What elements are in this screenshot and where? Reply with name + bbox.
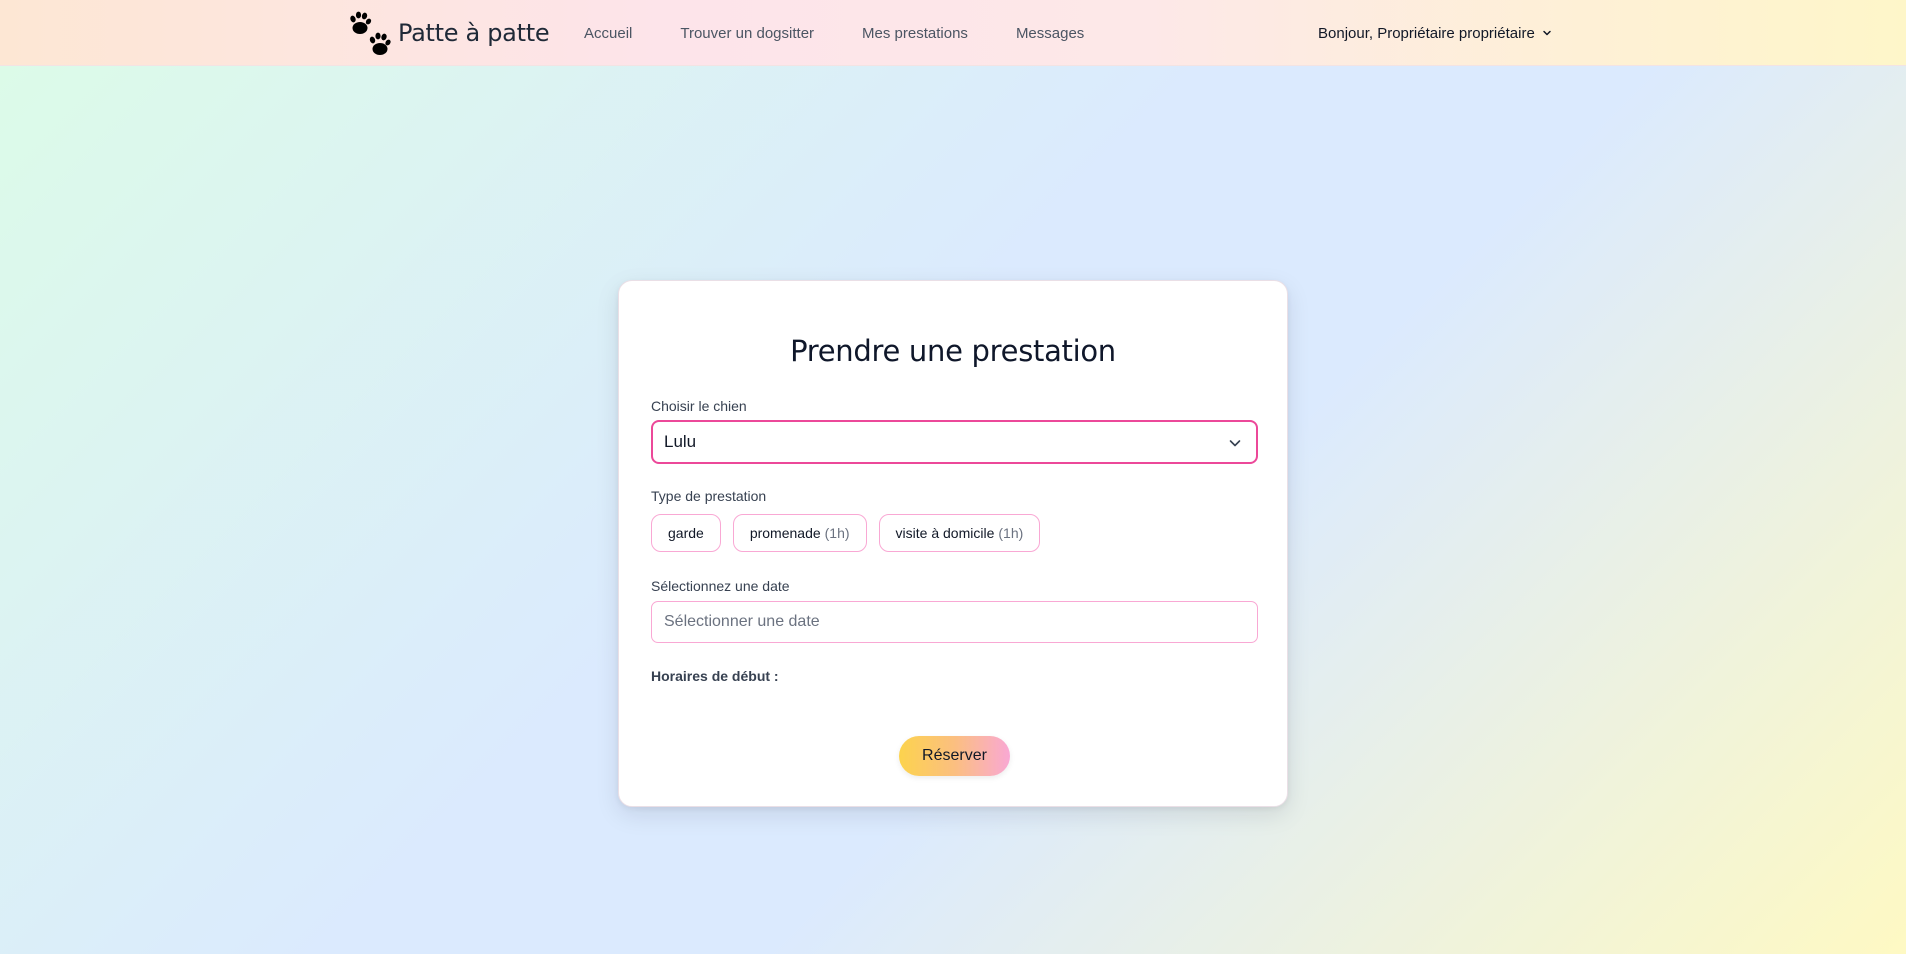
- service-option-name: visite à domicile: [895, 525, 995, 541]
- nav-link-messages[interactable]: Messages: [1016, 25, 1084, 42]
- service-option-duration: (1h): [824, 525, 850, 541]
- service-option-home-visit[interactable]: visite à domicile (1h): [878, 514, 1041, 552]
- service-type-label: Type de prestation: [651, 488, 767, 504]
- start-times-label: Horaires de début :: [651, 668, 779, 684]
- service-option-name: promenade: [749, 525, 821, 541]
- top-navbar: Patte à patte Accueil Trouver un dogsitt…: [0, 0, 1906, 66]
- date-input[interactable]: [651, 601, 1258, 643]
- nav-link-accueil[interactable]: Accueil: [584, 25, 632, 42]
- nav-link-find-dogsitter[interactable]: Trouver un dogsitter: [680, 25, 814, 42]
- user-greeting: Bonjour, Propriétaire propriétaire: [1318, 24, 1535, 42]
- brand-logo-link[interactable]: Patte à patte: [346, 8, 550, 58]
- reserve-button[interactable]: Réserver: [899, 736, 1010, 776]
- service-type-options: garde promenade (1h) visite à domicile (…: [651, 514, 1052, 552]
- service-option-garde[interactable]: garde: [651, 514, 721, 552]
- date-label: Sélectionnez une date: [651, 578, 790, 594]
- chevron-down-icon: [1229, 440, 1241, 447]
- booking-card: Prendre une prestation Choisir le chien …: [618, 280, 1288, 807]
- main-nav: Accueil Trouver un dogsitter Mes prestat…: [584, 0, 1132, 66]
- dog-select[interactable]: Lulu: [651, 420, 1258, 464]
- service-option-duration: (1h): [998, 525, 1024, 541]
- service-option-name: garde: [668, 525, 704, 541]
- paw-prints-icon: [350, 11, 391, 55]
- user-menu-toggle[interactable]: Bonjour, Propriétaire propriétaire: [1318, 0, 1552, 66]
- page-title: Prendre une prestation: [790, 334, 1116, 368]
- dog-select-value: Lulu: [664, 432, 697, 451]
- nav-link-my-services[interactable]: Mes prestations: [862, 25, 968, 42]
- dog-select-label: Choisir le chien: [651, 398, 747, 414]
- service-option-promenade[interactable]: promenade (1h): [732, 514, 867, 552]
- brand-name: Patte à patte: [398, 19, 550, 47]
- chevron-down-icon: [1543, 30, 1551, 36]
